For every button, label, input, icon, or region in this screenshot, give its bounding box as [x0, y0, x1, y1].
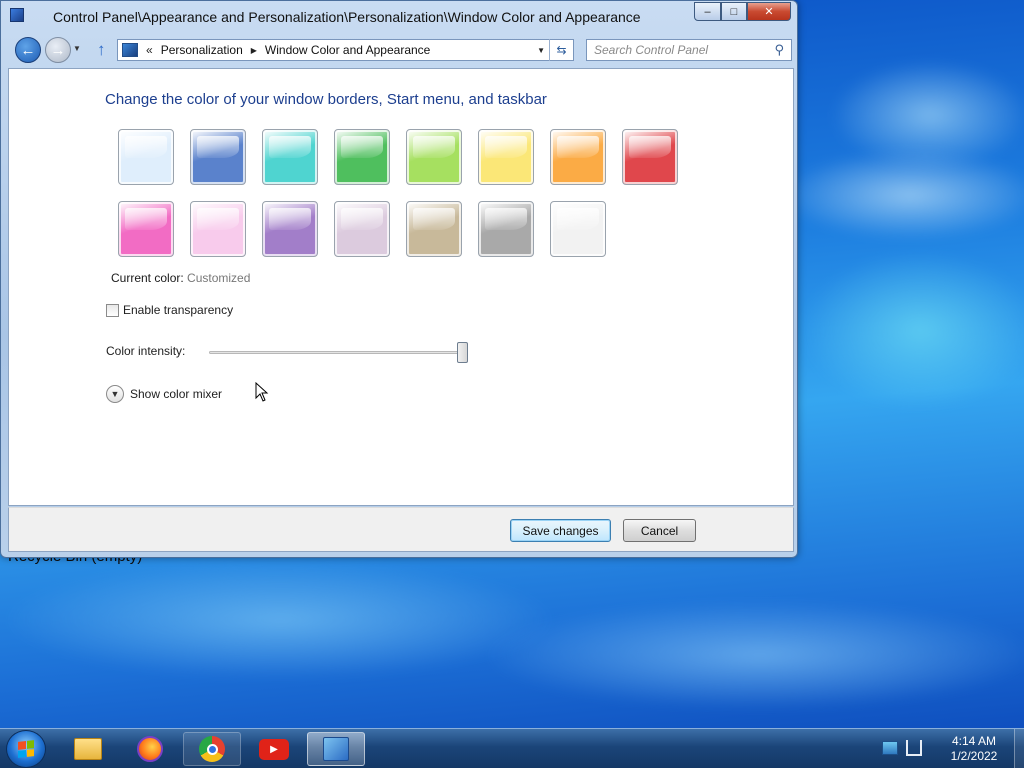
- dialog-footer: Save changes Cancel: [8, 507, 794, 552]
- system-tray: 4:14 AM 1/2/2022: [882, 729, 1024, 768]
- action-center-icon[interactable]: [882, 741, 898, 755]
- color-swatch-lime[interactable]: [406, 129, 462, 185]
- color-swatch-pumpkin[interactable]: [550, 129, 606, 185]
- color-swatch-violet[interactable]: [262, 201, 318, 257]
- control-panel-window: Control Panel\Appearance and Personaliza…: [0, 0, 798, 558]
- youtube-icon: ▶: [259, 738, 289, 760]
- window-title: Control Panel\Appearance and Personaliza…: [53, 9, 641, 25]
- color-swatch-frost[interactable]: [550, 201, 606, 257]
- taskbar-firefox[interactable]: [121, 732, 179, 766]
- color-swatch-sky[interactable]: [118, 129, 174, 185]
- taskbar-explorer[interactable]: [59, 732, 117, 766]
- search-box[interactable]: ⚲: [586, 39, 792, 61]
- minimize-button[interactable]: –: [694, 2, 721, 21]
- clock-time: 4:14 AM: [951, 734, 997, 748]
- back-button[interactable]: ←: [15, 37, 41, 63]
- cancel-button[interactable]: Cancel: [623, 519, 696, 542]
- close-button[interactable]: ✕: [747, 2, 791, 21]
- search-input[interactable]: [587, 40, 767, 60]
- color-swatch-chocolate[interactable]: [478, 201, 534, 257]
- up-arrow-icon[interactable]: ↑: [97, 40, 106, 60]
- maximize-button[interactable]: □: [721, 2, 747, 21]
- firefox-icon: [137, 736, 163, 762]
- search-icon[interactable]: ⚲: [774, 42, 784, 58]
- current-color-value: Customized: [187, 271, 251, 285]
- enable-transparency-label[interactable]: Enable transparency: [123, 303, 233, 317]
- color-mixer-toggle[interactable]: ▼ Show color mixer: [106, 385, 222, 403]
- refresh-icon[interactable]: ⇆: [549, 39, 573, 61]
- control-panel-icon[interactable]: [10, 8, 24, 22]
- desktop-light-streak: [780, 150, 1024, 240]
- breadcrumb-separator-icon[interactable]: ▶: [251, 46, 257, 55]
- chevron-down-icon[interactable]: ▼: [106, 385, 124, 403]
- taskbar-youtube[interactable]: ▶: [245, 732, 303, 766]
- clock-date: 1/2/2022: [950, 749, 998, 763]
- desktop-light-streak: [0, 560, 560, 680]
- save-changes-button[interactable]: Save changes: [510, 519, 611, 542]
- desktop-light-streak: [800, 250, 1024, 410]
- color-intensity-label: Color intensity:: [106, 344, 186, 358]
- color-swatch-fuchsia[interactable]: [118, 201, 174, 257]
- color-swatch-sea[interactable]: [262, 129, 318, 185]
- content-pane: Change the color of your window borders,…: [8, 68, 794, 506]
- show-desktop-button[interactable]: [1014, 729, 1024, 768]
- chrome-icon: [199, 736, 225, 762]
- control-panel-icon: [122, 43, 138, 57]
- color-swatch-leaf[interactable]: [334, 129, 390, 185]
- enable-transparency-checkbox[interactable]: [106, 303, 119, 317]
- current-color-label: Current color:: [111, 271, 184, 285]
- windows-logo-icon: [18, 740, 34, 758]
- transparency-option[interactable]: Enable transparency: [106, 303, 233, 317]
- window-controls: – □ ✕: [694, 2, 791, 21]
- network-icon[interactable]: [906, 740, 922, 756]
- color-swatch-twilight[interactable]: [190, 129, 246, 185]
- folder-icon: [74, 738, 102, 760]
- address-dropdown-icon[interactable]: ▼: [537, 46, 545, 55]
- address-bar[interactable]: « Personalization ▶ Window Color and App…: [117, 39, 574, 61]
- color-intensity-slider[interactable]: [209, 351, 467, 354]
- breadcrumb-window-color[interactable]: Window Color and Appearance: [265, 43, 430, 57]
- forward-button[interactable]: →: [45, 37, 71, 63]
- taskbar: ▶ 4:14 AM 1/2/2022: [0, 728, 1024, 768]
- clock[interactable]: 4:14 AM 1/2/2022: [934, 734, 1014, 764]
- start-button[interactable]: [6, 730, 46, 768]
- desktop-light-streak: [480, 600, 1024, 710]
- control-panel-icon: [323, 737, 349, 761]
- color-intensity-slider-thumb[interactable]: [457, 342, 468, 363]
- show-color-mixer-label[interactable]: Show color mixer: [130, 387, 222, 401]
- breadcrumb-personalization[interactable]: Personalization: [161, 43, 243, 57]
- title-bar[interactable]: Control Panel\Appearance and Personaliza…: [1, 1, 797, 33]
- color-swatch-taupe[interactable]: [406, 201, 462, 257]
- navigation-bar: ← → ▼ ↑ « Personalization ▶ Window Color…: [1, 34, 797, 66]
- color-swatch-ruby[interactable]: [622, 129, 678, 185]
- current-color: Current color: Customized: [111, 271, 250, 285]
- color-swatch-lemon[interactable]: [478, 129, 534, 185]
- color-swatch-blush[interactable]: [190, 201, 246, 257]
- page-heading: Change the color of your window borders,…: [105, 91, 547, 108]
- recent-pages-dropdown-icon[interactable]: ▼: [73, 44, 81, 53]
- breadcrumb-overflow[interactable]: «: [146, 43, 153, 57]
- taskbar-control-panel[interactable]: [307, 732, 365, 766]
- color-swatch-lavender[interactable]: [334, 201, 390, 257]
- mouse-cursor-icon: [255, 382, 269, 402]
- taskbar-chrome[interactable]: [183, 732, 241, 766]
